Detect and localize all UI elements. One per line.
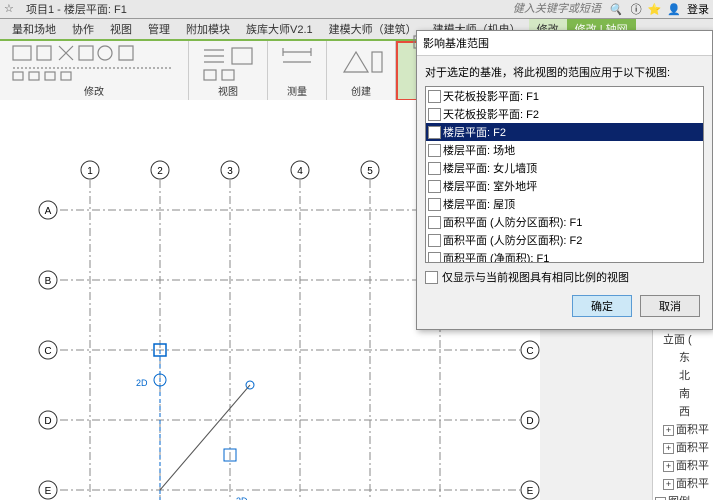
panel-view-label: 视图 xyxy=(218,82,238,99)
same-scale-checkbox[interactable] xyxy=(425,271,438,284)
dialog-message: 对于选定的基准，将此视图的范围应用于以下视图: xyxy=(425,64,704,80)
tree-item[interactable]: −图例 xyxy=(653,492,713,500)
same-scale-label: 仅显示与当前视图具有相同比例的视图 xyxy=(442,269,629,285)
list-item[interactable]: 楼层平面: 女儿墙顶 xyxy=(426,159,703,177)
list-item-label: 楼层平面: 室外地坪 xyxy=(443,178,537,194)
tab-fam[interactable]: 族库大师V2.1 xyxy=(238,19,321,39)
tab-view[interactable]: 视图 xyxy=(102,19,140,39)
svg-text:E: E xyxy=(45,486,52,497)
list-item-label: 面积平面 (人防分区面积): F2 xyxy=(443,232,582,248)
checkbox-icon[interactable] xyxy=(428,234,441,247)
star-icon[interactable]: ☆ xyxy=(4,2,18,16)
svg-text:1: 1 xyxy=(87,166,93,177)
list-item[interactable]: 面积平面 (人防分区面积): F1 xyxy=(426,213,703,231)
tree-item[interactable]: +面积平 xyxy=(653,438,713,456)
svg-text:2: 2 xyxy=(157,166,163,177)
svg-text:C: C xyxy=(44,346,51,357)
dialog-title: 影响基准范围 xyxy=(417,31,712,56)
list-item[interactable]: 面积平面 (净面积): F1 xyxy=(426,249,703,263)
search-icon[interactable]: 🔍 xyxy=(609,3,623,16)
list-item-label: 天花板投影平面: F1 xyxy=(443,88,539,104)
list-item[interactable]: 天花板投影平面: F2 xyxy=(426,105,703,123)
project-browser[interactable]: 立面 (东北南西+面积平+面积平+面积平+面积平−图例+明细表+图纸 ( xyxy=(652,330,713,500)
svg-text:2D: 2D xyxy=(136,378,148,388)
tree-item[interactable]: +面积平 xyxy=(653,456,713,474)
tree-item[interactable]: 立面 ( xyxy=(653,330,713,348)
list-item-label: 楼层平面: 女儿墙顶 xyxy=(443,160,537,176)
view-list[interactable]: 天花板投影平面: F1天花板投影平面: F2楼层平面: F2楼层平面: 场地楼层… xyxy=(425,86,704,263)
svg-text:3: 3 xyxy=(227,166,233,177)
svg-text:D: D xyxy=(44,416,51,427)
tab-mass[interactable]: 量和场地 xyxy=(4,19,64,39)
checkbox-icon[interactable] xyxy=(428,198,441,211)
svg-text:B: B xyxy=(45,276,52,287)
expand-icon[interactable]: + xyxy=(663,443,674,454)
expand-icon[interactable]: + xyxy=(663,479,674,490)
svg-text:3D: 3D xyxy=(236,496,248,500)
list-item[interactable]: 楼层平面: 场地 xyxy=(426,141,703,159)
checkbox-icon[interactable] xyxy=(428,90,441,103)
expand-icon[interactable]: + xyxy=(663,461,674,472)
expand-icon[interactable]: + xyxy=(663,425,674,436)
checkbox-icon[interactable] xyxy=(428,252,441,264)
tab-manage[interactable]: 管理 xyxy=(140,19,178,39)
svg-text:D: D xyxy=(526,416,533,427)
svg-text:4: 4 xyxy=(297,166,303,177)
login-text[interactable]: 登录 xyxy=(687,1,709,17)
list-item-label: 楼层平面: 场地 xyxy=(443,142,515,158)
panel-modify-label: 修改 xyxy=(84,82,104,99)
info-icon[interactable]: ⓘ xyxy=(631,1,642,17)
user-icon[interactable]: 👤 xyxy=(667,3,681,16)
list-item-label: 面积平面 (人防分区面积): F1 xyxy=(443,214,582,230)
checkbox-icon[interactable] xyxy=(428,162,441,175)
star2-icon[interactable]: ⭐ xyxy=(648,3,662,16)
panel-measure-label: 测量 xyxy=(287,82,307,99)
tree-item[interactable]: 西 xyxy=(653,402,713,420)
list-item-label: 楼层平面: 屋顶 xyxy=(443,196,515,212)
svg-text:E: E xyxy=(527,486,534,497)
list-item[interactable]: 天花板投影平面: F1 xyxy=(426,87,703,105)
search-input[interactable] xyxy=(511,2,605,16)
checkbox-icon[interactable] xyxy=(428,144,441,157)
svg-text:A: A xyxy=(45,206,52,217)
tree-item[interactable]: +面积平 xyxy=(653,474,713,492)
tree-item[interactable]: 北 xyxy=(653,366,713,384)
tab-arch[interactable]: 建模大师（建筑） xyxy=(321,19,425,39)
checkbox-icon[interactable] xyxy=(428,108,441,121)
cancel-button[interactable]: 取消 xyxy=(640,295,700,317)
panel-create-label: 创建 xyxy=(351,82,371,99)
checkbox-icon[interactable] xyxy=(428,180,441,193)
ok-button[interactable]: 确定 xyxy=(572,295,632,317)
list-item[interactable]: 面积平面 (人防分区面积): F2 xyxy=(426,231,703,249)
doc-title: 项目1 - 楼层平面: F1 xyxy=(26,1,127,17)
list-item-label: 面积平面 (净面积): F1 xyxy=(443,250,549,263)
tree-item[interactable]: 南 xyxy=(653,384,713,402)
tab-collab[interactable]: 协作 xyxy=(64,19,102,39)
tab-addin[interactable]: 附加模块 xyxy=(178,19,238,39)
svg-text:5: 5 xyxy=(367,166,373,177)
propagate-dialog: 影响基准范围 对于选定的基准，将此视图的范围应用于以下视图: 天花板投影平面: … xyxy=(416,30,713,330)
svg-text:C: C xyxy=(526,346,533,357)
checkbox-icon[interactable] xyxy=(428,126,441,139)
tree-item[interactable]: +面积平 xyxy=(653,420,713,438)
list-item[interactable]: 楼层平面: 屋顶 xyxy=(426,195,703,213)
list-item-label: 天花板投影平面: F2 xyxy=(443,106,539,122)
list-item-label: 楼层平面: F2 xyxy=(443,124,506,140)
checkbox-icon[interactable] xyxy=(428,216,441,229)
tree-item[interactable]: 东 xyxy=(653,348,713,366)
list-item[interactable]: 楼层平面: 室外地坪 xyxy=(426,177,703,195)
list-item[interactable]: 楼层平面: F2 xyxy=(426,123,703,141)
